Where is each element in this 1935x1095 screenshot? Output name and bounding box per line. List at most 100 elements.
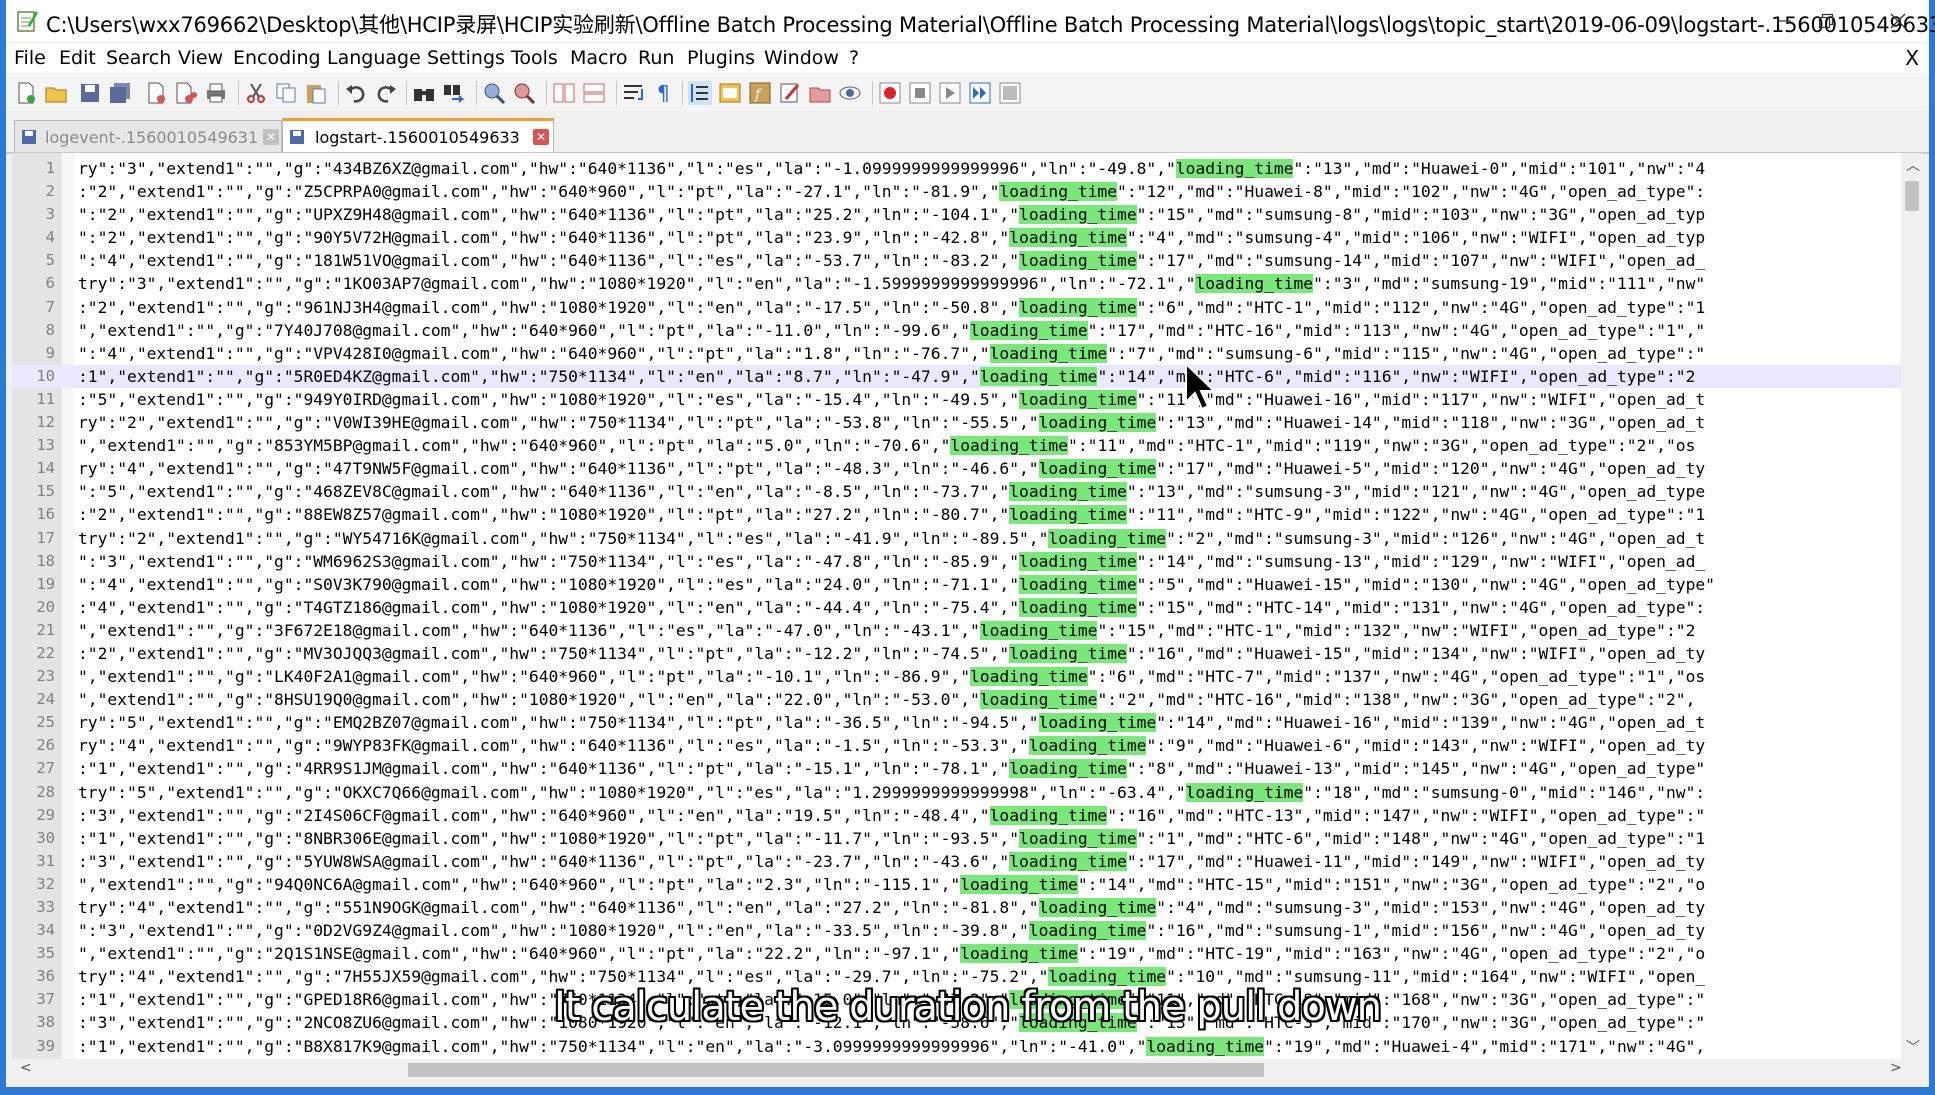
- menu-settings[interactable]: Settings: [427, 47, 505, 69]
- editor-line[interactable]: 21 ","extend1":"","g":"3F672E18@gmail.com…: [12, 619, 1905, 642]
- close-tab-icon[interactable]: ✕: [533, 129, 549, 145]
- editor-line[interactable]: 18 ":"3","extend1":"","g":"WM6962S3@gmail…: [12, 550, 1905, 573]
- editor-line[interactable]: 4 ":"2","extend1":"","g":"90Y5V72H@gmail.…: [12, 226, 1905, 249]
- scroll-right-icon[interactable]: >: [1890, 1060, 1902, 1076]
- editor-line[interactable]: 20:"4","extend1":"","g":"T4GTZ186@gmail.…: [12, 596, 1905, 619]
- menu-run[interactable]: Run: [638, 47, 674, 69]
- doc-map-icon[interactable]: [718, 81, 742, 105]
- sync-vertical-icon[interactable]: [552, 81, 576, 105]
- line-text: ry":"5","extend1":"","g":"EMQ2BZ07@gmail…: [78, 711, 1705, 734]
- editor-line[interactable]: 16:"2","extend1":"","g":"88EW8Z57@gmail.…: [12, 503, 1905, 526]
- editor-line[interactable]: 28 try":"5","extend1":"","g":"OKXC7Q66@gm…: [12, 781, 1905, 804]
- zoom-in-icon[interactable]: [482, 81, 506, 105]
- editor-line[interactable]: 34 ":"3","extend1":"","g":"0D2VG9Z4@gmail…: [12, 919, 1905, 942]
- editor-line[interactable]: 1 ry":"3","extend1":"","g":"434BZ6XZ@gmai…: [12, 157, 1905, 180]
- close-all-icon[interactable]: [174, 81, 198, 105]
- run-macro-multiple-icon[interactable]: [968, 81, 992, 105]
- toolbar-separator: [872, 81, 873, 105]
- show-all-chars-icon[interactable]: ¶: [652, 81, 676, 105]
- editor-line[interactable]: 10:1","extend1":"","g":"5R0ED4KZ@gmail.c…: [12, 364, 1905, 388]
- title-bar[interactable]: C:\Users\wxx769662\Desktop\其他\HCIP录屏\HCI…: [6, 0, 1935, 42]
- restore-button[interactable]: [1796, 0, 1856, 42]
- editor-line[interactable]: 8 ","extend1":"","g":"7Y40J708@gmail.com"…: [12, 319, 1905, 342]
- editor-line[interactable]: 26 ry":"4","extend1":"","g":"9WYP83FK@gma…: [12, 734, 1905, 757]
- folder-as-workspace-icon[interactable]: [808, 81, 832, 105]
- tab-logevent[interactable]: logevent-.1560010549631 ✕: [14, 120, 282, 152]
- replace-icon[interactable]: [442, 81, 466, 105]
- function-list-icon[interactable]: f: [748, 81, 772, 105]
- zoom-out-icon[interactable]: [512, 81, 536, 105]
- editor-line[interactable]: 25 ry":"5","extend1":"","g":"EMQ2BZ07@gma…: [12, 711, 1905, 734]
- menu-language[interactable]: Language: [327, 47, 421, 69]
- editor-line[interactable]: 22:"2","extend1":"","g":"MV3OJQQ3@gmail.…: [12, 642, 1905, 665]
- play-macro-icon[interactable]: [938, 81, 962, 105]
- menu-help[interactable]: ?: [849, 47, 859, 69]
- editor-line[interactable]: 32 ","extend1":"","g":"94Q0NC6A@gmail.com…: [12, 873, 1905, 896]
- monitoring-icon[interactable]: [838, 81, 862, 105]
- redo-icon[interactable]: [374, 81, 398, 105]
- indent-guide-icon[interactable]: [688, 81, 712, 105]
- scroll-down-icon[interactable]: ﹀: [1906, 1037, 1920, 1057]
- save-all-icon[interactable]: [108, 81, 132, 105]
- editor-line[interactable]: 35 ","extend1":"","g":"2Q1S1NSE@gmail.com…: [12, 942, 1905, 965]
- editor-line[interactable]: 19 ":"4","extend1":"","g":"S0V3K790@gmail…: [12, 573, 1905, 596]
- editor-line[interactable]: 2:"2","extend1":"","g":"Z5CPRPA0@gmail.c…: [12, 180, 1905, 203]
- stop-macro-icon[interactable]: [908, 81, 932, 105]
- scroll-left-icon[interactable]: <: [20, 1060, 32, 1076]
- editor-line[interactable]: 13 ","extend1":"","g":"853YM5BP@gmail.com…: [12, 434, 1905, 457]
- paste-icon[interactable]: [304, 81, 328, 105]
- editor-line[interactable]: 24 ","extend1":"","g":"8HSU19Q0@gmail.com…: [12, 688, 1905, 711]
- editor-line[interactable]: 27:"1","extend1":"","g":"4RR9S1JM@gmail.…: [12, 757, 1905, 780]
- editor-line[interactable]: 31:"3","extend1":"","g":"5YUW8WSA@gmail.…: [12, 850, 1905, 873]
- editor-line[interactable]: 39:"1","extend1":"","g":"B8X817K9@gmail.…: [12, 1035, 1905, 1058]
- scroll-up-icon[interactable]: ︿: [1906, 155, 1920, 175]
- menu-view[interactable]: View: [178, 47, 223, 69]
- close-tab-icon[interactable]: ✕: [263, 129, 279, 145]
- menu-edit[interactable]: Edit: [59, 47, 96, 69]
- save-macro-icon[interactable]: [998, 81, 1022, 105]
- horizontal-scroll-thumb[interactable]: [408, 1063, 1264, 1077]
- editor-line[interactable]: 17 try":"2","extend1":"","g":"WY54716K@gm…: [12, 527, 1905, 550]
- tab-logstart[interactable]: logstart-.1560010549633 ✕: [282, 118, 554, 152]
- cut-icon[interactable]: [244, 81, 268, 105]
- editor-line[interactable]: 12 ry":"2","extend1":"","g":"V0WI39HE@gma…: [12, 411, 1905, 434]
- menu-macro[interactable]: Macro: [570, 47, 628, 69]
- menu-plugins[interactable]: Plugins: [687, 47, 755, 69]
- editor-line[interactable]: 7:"2","extend1":"","g":"961NJ3H4@gmail.c…: [12, 296, 1905, 319]
- close-window-button[interactable]: [1868, 0, 1928, 42]
- close-document-button[interactable]: X: [1905, 46, 1919, 70]
- editor-line[interactable]: 5 ":"4","extend1":"","g":"181W51VO@gmail.…: [12, 249, 1905, 272]
- menu-file[interactable]: File: [14, 47, 46, 69]
- record-macro-icon[interactable]: [878, 81, 902, 105]
- editor-line[interactable]: 11:"5","extend1":"","g":"949Y0IRD@gmail.…: [12, 388, 1905, 411]
- print-icon[interactable]: [204, 81, 228, 105]
- editor-line[interactable]: 29:"3","extend1":"","g":"2I4S06CF@gmail.…: [12, 804, 1905, 827]
- editor-line[interactable]: 9 ":"4","extend1":"","g":"VPV428I0@gmail.…: [12, 342, 1905, 365]
- editor-line[interactable]: 30:"1","extend1":"","g":"8NBR306E@gmail.…: [12, 827, 1905, 850]
- folder-workspace-icon[interactable]: [778, 81, 802, 105]
- horizontal-scrollbar[interactable]: < >: [12, 1059, 1923, 1081]
- new-file-icon[interactable]: [14, 81, 38, 105]
- save-icon[interactable]: [78, 81, 102, 105]
- menu-search[interactable]: Search: [106, 47, 171, 69]
- menu-encoding[interactable]: Encoding: [233, 47, 321, 69]
- editor-line[interactable]: 15 ":"5","extend1":"","g":"468ZEV8C@gmail…: [12, 480, 1905, 503]
- editor-line[interactable]: 6 try":"3","extend1":"","g":"1KO03AP7@gma…: [12, 272, 1905, 295]
- open-file-icon[interactable]: [44, 81, 68, 105]
- editor-line[interactable]: 33 try":"4","extend1":"","g":"551N9OGK@gm…: [12, 896, 1905, 919]
- word-wrap-icon[interactable]: [622, 81, 646, 105]
- text-editor[interactable]: 1 ry":"3","extend1":"","g":"434BZ6XZ@gmai…: [12, 153, 1923, 1059]
- line-text-before: ":"2","extend1":"","g":"90Y5V72H@gmail.c…: [78, 228, 1010, 248]
- menu-window[interactable]: Window: [764, 47, 839, 69]
- sync-horizontal-icon[interactable]: [582, 81, 606, 105]
- close-file-icon[interactable]: [144, 81, 168, 105]
- undo-icon[interactable]: [344, 81, 368, 105]
- menu-tools[interactable]: Tools: [511, 47, 558, 69]
- copy-icon[interactable]: [274, 81, 298, 105]
- editor-line[interactable]: 14 ry":"4","extend1":"","g":"47T9NW5F@gma…: [12, 457, 1905, 480]
- vertical-scroll-thumb[interactable]: [1905, 181, 1919, 211]
- find-icon[interactable]: [412, 81, 436, 105]
- editor-line[interactable]: 3 ":"2","extend1":"","g":"UPXZ9H48@gmail.…: [12, 203, 1905, 226]
- editor-line[interactable]: 23 ","extend1":"","g":"LK40F2A1@gmail.com…: [12, 665, 1905, 688]
- vertical-scrollbar[interactable]: ︿ ﹀: [1901, 153, 1923, 1059]
